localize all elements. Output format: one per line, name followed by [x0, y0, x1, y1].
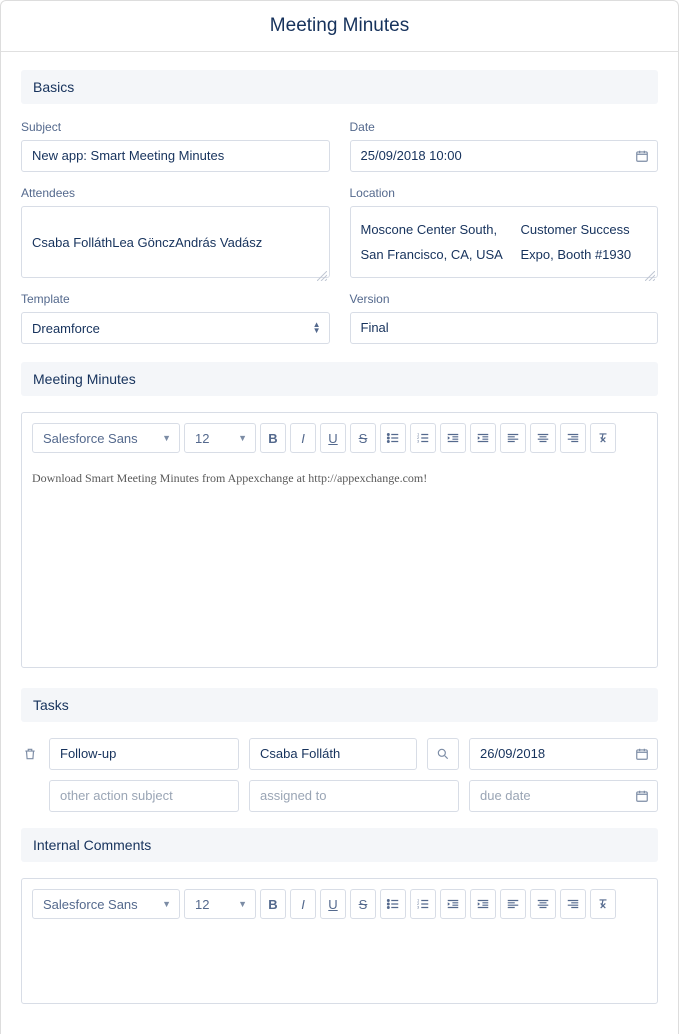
task-assigned-input[interactable]: assigned to: [249, 780, 459, 812]
version-input[interactable]: Final: [350, 312, 659, 344]
rte-toolbar: Salesforce Sans ▼ 12 ▼ B I U S 123: [32, 889, 647, 919]
section-header-minutes: Meeting Minutes: [21, 362, 658, 396]
chevron-down-icon: ▼: [162, 899, 171, 909]
strikethrough-button[interactable]: S: [350, 423, 376, 453]
numbered-list-button[interactable]: 123: [410, 889, 436, 919]
calendar-icon: [635, 789, 649, 803]
indent-button[interactable]: [470, 423, 496, 453]
label-attendees: Attendees: [21, 186, 330, 200]
task-subject-input[interactable]: other action subject: [49, 780, 239, 812]
attendees-textarea[interactable]: Csaba Folláth Lea Göncz András Vadász: [21, 206, 330, 278]
task-row: other action subject assigned to due dat…: [21, 780, 658, 812]
chevron-down-icon: ▼: [238, 899, 247, 909]
template-select[interactable]: Dreamforce ▲▼: [21, 312, 330, 344]
meeting-minutes-editor: Salesforce Sans ▼ 12 ▼ B I U S 123: [21, 412, 658, 668]
svg-text:3: 3: [417, 440, 419, 444]
trash-icon[interactable]: [23, 747, 37, 761]
calendar-icon: [635, 747, 649, 761]
chevron-down-icon: ▼: [238, 433, 247, 443]
clear-format-button[interactable]: [590, 889, 616, 919]
svg-text:3: 3: [417, 906, 419, 910]
label-date: Date: [350, 120, 659, 134]
search-icon: [436, 747, 450, 761]
font-size-select[interactable]: 12 ▼: [184, 889, 256, 919]
lookup-button[interactable]: [427, 738, 459, 770]
stepper-icon: ▲▼: [313, 322, 321, 334]
strikethrough-button[interactable]: S: [350, 889, 376, 919]
italic-button[interactable]: I: [290, 423, 316, 453]
underline-button[interactable]: U: [320, 423, 346, 453]
subject-input[interactable]: New app: Smart Meeting Minutes: [21, 140, 330, 172]
chevron-down-icon: ▼: [162, 433, 171, 443]
clear-format-button[interactable]: [590, 423, 616, 453]
section-header-internal-comments: Internal Comments: [21, 828, 658, 862]
align-left-button[interactable]: [500, 889, 526, 919]
align-right-button[interactable]: [560, 423, 586, 453]
font-family-value: Salesforce Sans: [43, 897, 138, 912]
internal-comments-textarea[interactable]: [32, 933, 647, 993]
calendar-icon: [635, 149, 649, 163]
date-value: 25/09/2018 10:00: [361, 140, 462, 172]
label-version: Version: [350, 292, 659, 306]
internal-comments-editor: Salesforce Sans ▼ 12 ▼ B I U S 123: [21, 878, 658, 1004]
italic-button[interactable]: I: [290, 889, 316, 919]
page-title: Meeting Minutes: [1, 1, 678, 52]
task-row: Follow-up Csaba Folláth 26/09/2018: [21, 738, 658, 770]
label-location: Location: [350, 186, 659, 200]
task-subject-input[interactable]: Follow-up: [49, 738, 239, 770]
date-input[interactable]: 25/09/2018 10:00: [350, 140, 659, 172]
template-value: Dreamforce: [32, 321, 100, 336]
label-subject: Subject: [21, 120, 330, 134]
bold-button[interactable]: B: [260, 889, 286, 919]
section-header-tasks: Tasks: [21, 688, 658, 722]
font-family-select[interactable]: Salesforce Sans ▼: [32, 423, 180, 453]
bold-button[interactable]: B: [260, 423, 286, 453]
location-textarea[interactable]: Moscone Center South, San Francisco, CA,…: [350, 206, 659, 278]
underline-button[interactable]: U: [320, 889, 346, 919]
rte-toolbar: Salesforce Sans ▼ 12 ▼ B I U S 123: [32, 423, 647, 453]
align-right-button[interactable]: [560, 889, 586, 919]
attendee-item: András Vadász: [175, 231, 262, 256]
bullet-list-button[interactable]: [380, 423, 406, 453]
location-line: Moscone Center South, San Francisco, CA,…: [361, 218, 521, 267]
resize-handle-icon: [645, 265, 655, 275]
font-family-select[interactable]: Salesforce Sans ▼: [32, 889, 180, 919]
numbered-list-button[interactable]: 123: [410, 423, 436, 453]
task-assigned-input[interactable]: Csaba Folláth: [249, 738, 417, 770]
task-due-date-value: 26/09/2018: [480, 738, 545, 770]
align-center-button[interactable]: [530, 423, 556, 453]
bullet-list-button[interactable]: [380, 889, 406, 919]
section-header-basics: Basics: [21, 70, 658, 104]
attendee-item: Lea Göncz: [112, 231, 175, 256]
font-size-value: 12: [195, 431, 209, 446]
attendee-item: Csaba Folláth: [32, 231, 112, 256]
outdent-button[interactable]: [440, 423, 466, 453]
task-due-date-placeholder: due date: [480, 780, 531, 812]
resize-handle-icon: [317, 265, 327, 275]
task-due-date-input[interactable]: due date: [469, 780, 658, 812]
font-size-value: 12: [195, 897, 209, 912]
label-template: Template: [21, 292, 330, 306]
meeting-minutes-textarea[interactable]: Download Smart Meeting Minutes from Appe…: [32, 467, 647, 657]
task-due-date-input[interactable]: 26/09/2018: [469, 738, 658, 770]
align-center-button[interactable]: [530, 889, 556, 919]
outdent-button[interactable]: [440, 889, 466, 919]
indent-button[interactable]: [470, 889, 496, 919]
font-size-select[interactable]: 12 ▼: [184, 423, 256, 453]
align-left-button[interactable]: [500, 423, 526, 453]
font-family-value: Salesforce Sans: [43, 431, 138, 446]
location-line: Customer Success Expo, Booth #1930: [521, 218, 647, 267]
